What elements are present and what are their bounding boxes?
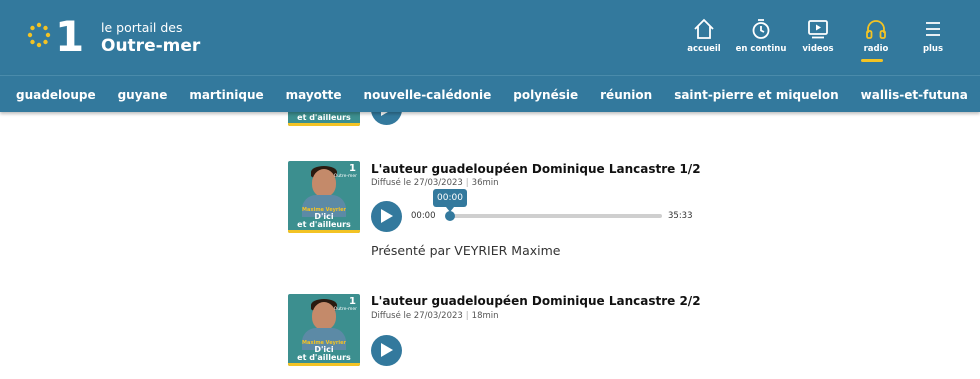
thumb-show-name: D'ici et d'ailleurs bbox=[288, 213, 360, 229]
play-button[interactable] bbox=[371, 112, 402, 125]
meta-separator: | bbox=[465, 311, 469, 321]
thumb-show-name: et d'ailleurs bbox=[297, 113, 351, 122]
territory-link[interactable]: mayotte bbox=[286, 88, 342, 102]
video-play-icon bbox=[808, 20, 828, 39]
episode-title[interactable]: L'auteur guadeloupéen Dominique Lancastr… bbox=[371, 162, 701, 176]
seek-bar[interactable] bbox=[450, 214, 662, 218]
episode-meta: Diffusé le 27/03/2023 | 18min bbox=[371, 311, 499, 321]
menu-icon bbox=[926, 22, 940, 36]
territory-link[interactable]: guyane bbox=[118, 88, 168, 102]
thumb-show-line2: et d'ailleurs bbox=[297, 220, 351, 229]
la1ere-logo[interactable]: 1 bbox=[26, 12, 86, 61]
total-time: 35:33 bbox=[668, 211, 693, 221]
thumb-badge: 1 bbox=[349, 163, 356, 174]
territory-link[interactable]: saint-pierre et miquelon bbox=[674, 88, 838, 102]
thumb-strip bbox=[288, 363, 360, 366]
episode-meta: Diffusé le 27/03/2023 | 36min bbox=[371, 178, 499, 188]
brand-name[interactable]: Outre-mer bbox=[101, 36, 200, 56]
play-button[interactable] bbox=[371, 201, 402, 232]
episode-host: Présenté par VEYRIER Maxime bbox=[371, 243, 561, 258]
seek-tooltip: 00:00 bbox=[433, 189, 467, 212]
thumb-strip bbox=[288, 230, 360, 233]
episode-thumbnail[interactable]: et d'ailleurs bbox=[288, 112, 360, 126]
meta-separator: | bbox=[465, 178, 469, 188]
nav-accueil[interactable]: accueil bbox=[674, 18, 734, 54]
territory-link[interactable]: réunion bbox=[600, 88, 652, 102]
episode-duration: 18min bbox=[471, 311, 499, 321]
play-icon bbox=[381, 209, 393, 223]
nav-en-continu[interactable]: en continu bbox=[731, 18, 791, 54]
territory-link[interactable]: guadeloupe bbox=[16, 88, 96, 102]
episode-list: et d'ailleurs 1 Outre-mer Maxime Veyrier… bbox=[0, 112, 980, 379]
territory-link[interactable]: nouvelle-calédonie bbox=[364, 88, 492, 102]
nav-label: en continu bbox=[735, 44, 787, 54]
play-button[interactable] bbox=[371, 335, 402, 366]
brand-tagline: le portail des bbox=[101, 20, 183, 35]
active-indicator bbox=[861, 59, 883, 62]
nav-label: videos bbox=[802, 44, 834, 54]
episode-duration: 36min bbox=[471, 178, 499, 188]
territory-link[interactable]: wallis-et-futuna bbox=[861, 88, 968, 102]
nav-plus[interactable]: plus bbox=[903, 18, 963, 54]
thumb-badge: 1 bbox=[349, 296, 356, 307]
thumb-show-line2: et d'ailleurs bbox=[297, 353, 351, 362]
nav-label: radio bbox=[863, 44, 889, 54]
timer-icon bbox=[752, 19, 770, 39]
territory-link[interactable]: martinique bbox=[189, 88, 263, 102]
episode-date: Diffusé le 27/03/2023 bbox=[371, 311, 463, 321]
episode-thumbnail[interactable]: 1 Outre-mer Maxime Veyrier D'ici et d'ai… bbox=[288, 161, 360, 233]
seek-handle[interactable] bbox=[445, 211, 455, 221]
episode-title[interactable]: L'auteur guadeloupéen Dominique Lancastr… bbox=[371, 294, 701, 308]
thumb-badge-sub: Outre-mer bbox=[333, 307, 357, 312]
territory-link[interactable]: polynésie bbox=[513, 88, 578, 102]
current-time: 00:00 bbox=[411, 211, 436, 221]
thumb-show-name: D'ici et d'ailleurs bbox=[288, 346, 360, 362]
home-icon bbox=[694, 18, 714, 39]
headphones-icon bbox=[866, 20, 886, 39]
logo-number: 1 bbox=[55, 12, 85, 61]
thumb-face bbox=[312, 302, 336, 330]
episode-date: Diffusé le 27/03/2023 bbox=[371, 178, 463, 188]
top-header: 1 le portail des Outre-mer accueil en co… bbox=[0, 0, 980, 75]
nav-videos[interactable]: videos bbox=[788, 18, 848, 54]
thumb-face bbox=[312, 169, 336, 197]
play-icon bbox=[381, 343, 393, 357]
episode-thumbnail[interactable]: 1 Outre-mer Maxime Veyrier D'ici et d'ai… bbox=[288, 294, 360, 366]
thumb-badge-sub: Outre-mer bbox=[333, 174, 357, 179]
nav-radio[interactable]: radio bbox=[846, 18, 906, 62]
territories-nav: guadeloupe guyane martinique mayotte nou… bbox=[0, 75, 980, 112]
thumb-strip bbox=[288, 123, 360, 126]
nav-label: accueil bbox=[687, 44, 721, 54]
nav-label: plus bbox=[922, 44, 944, 54]
